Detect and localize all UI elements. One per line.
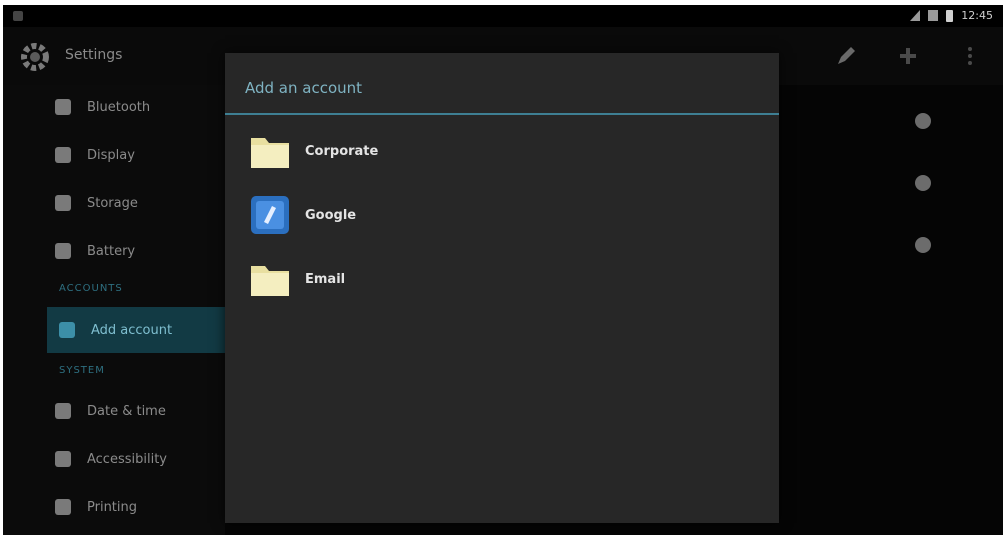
settings-sidebar: Bluetooth Display Storage Battery ACCOUN… [3, 85, 225, 535]
account-option-google[interactable]: Google [247, 187, 757, 243]
gear-icon[interactable] [17, 39, 53, 75]
bluetooth-icon [55, 99, 71, 115]
battery-status-icon [946, 9, 954, 22]
section-header-accounts: ACCOUNTS [59, 283, 123, 294]
sync-icon[interactable] [915, 175, 931, 191]
clock-icon [55, 403, 71, 419]
section-header-system: SYSTEM [59, 365, 105, 376]
account-option-label: Google [305, 207, 357, 223]
account-option-email[interactable]: Email [247, 251, 757, 307]
content-panel [779, 85, 1003, 535]
edit-icon[interactable] [833, 43, 859, 69]
sidebar-item-label: Bluetooth [87, 99, 151, 115]
sidebar-item-label: Display [87, 147, 135, 163]
dialog-title: Add an account [245, 79, 363, 97]
storage-icon [55, 195, 71, 211]
sync-icon[interactable] [915, 237, 931, 253]
sidebar-item-printing[interactable]: Printing [43, 487, 225, 527]
sidebar-item-label: Accessibility [87, 451, 167, 467]
device-screen: 12:45 Settings Bluetooth Display Storage… [3, 5, 1003, 535]
status-time: 12:45 [961, 9, 993, 22]
add-icon[interactable] [895, 43, 921, 69]
add-account-dialog: Add an account Corporate Google Email [225, 53, 779, 523]
sidebar-item-label: Printing [87, 499, 138, 515]
battery-icon [55, 243, 71, 259]
account-option-corporate[interactable]: Corporate [247, 123, 757, 179]
sidebar-item-label: Add account [91, 322, 173, 338]
sync-icon[interactable] [915, 113, 931, 129]
overflow-menu-icon[interactable] [957, 43, 983, 69]
email-folder-icon [251, 266, 289, 296]
sidebar-item-date-time[interactable]: Date & time [43, 391, 225, 431]
add-icon [59, 322, 75, 338]
account-option-label: Corporate [305, 143, 379, 159]
sidebar-item-add-account[interactable]: Add account [47, 307, 225, 353]
status-icons: 12:45 [910, 9, 993, 22]
corporate-folder-icon [251, 138, 289, 168]
account-option-label: Email [305, 271, 346, 287]
print-icon [55, 499, 71, 515]
app-title: Settings [65, 47, 123, 63]
sidebar-item-display[interactable]: Display [43, 135, 225, 175]
dialog-divider [225, 113, 779, 115]
sidebar-item-label: Date & time [87, 403, 166, 419]
sidebar-item-label: Battery [87, 243, 136, 259]
status-bar: 12:45 [3, 5, 1003, 27]
notification-icon [13, 11, 23, 21]
wifi-icon [928, 10, 939, 21]
sidebar-item-bluetooth[interactable]: Bluetooth [43, 87, 225, 127]
display-icon [55, 147, 71, 163]
sidebar-item-accessibility[interactable]: Accessibility [43, 439, 225, 479]
accessibility-icon [55, 451, 71, 467]
google-icon [251, 196, 289, 234]
sidebar-item-battery[interactable]: Battery [43, 231, 225, 271]
sidebar-item-storage[interactable]: Storage [43, 183, 225, 223]
signal-icon [910, 10, 921, 21]
sidebar-item-label: Storage [87, 195, 138, 211]
